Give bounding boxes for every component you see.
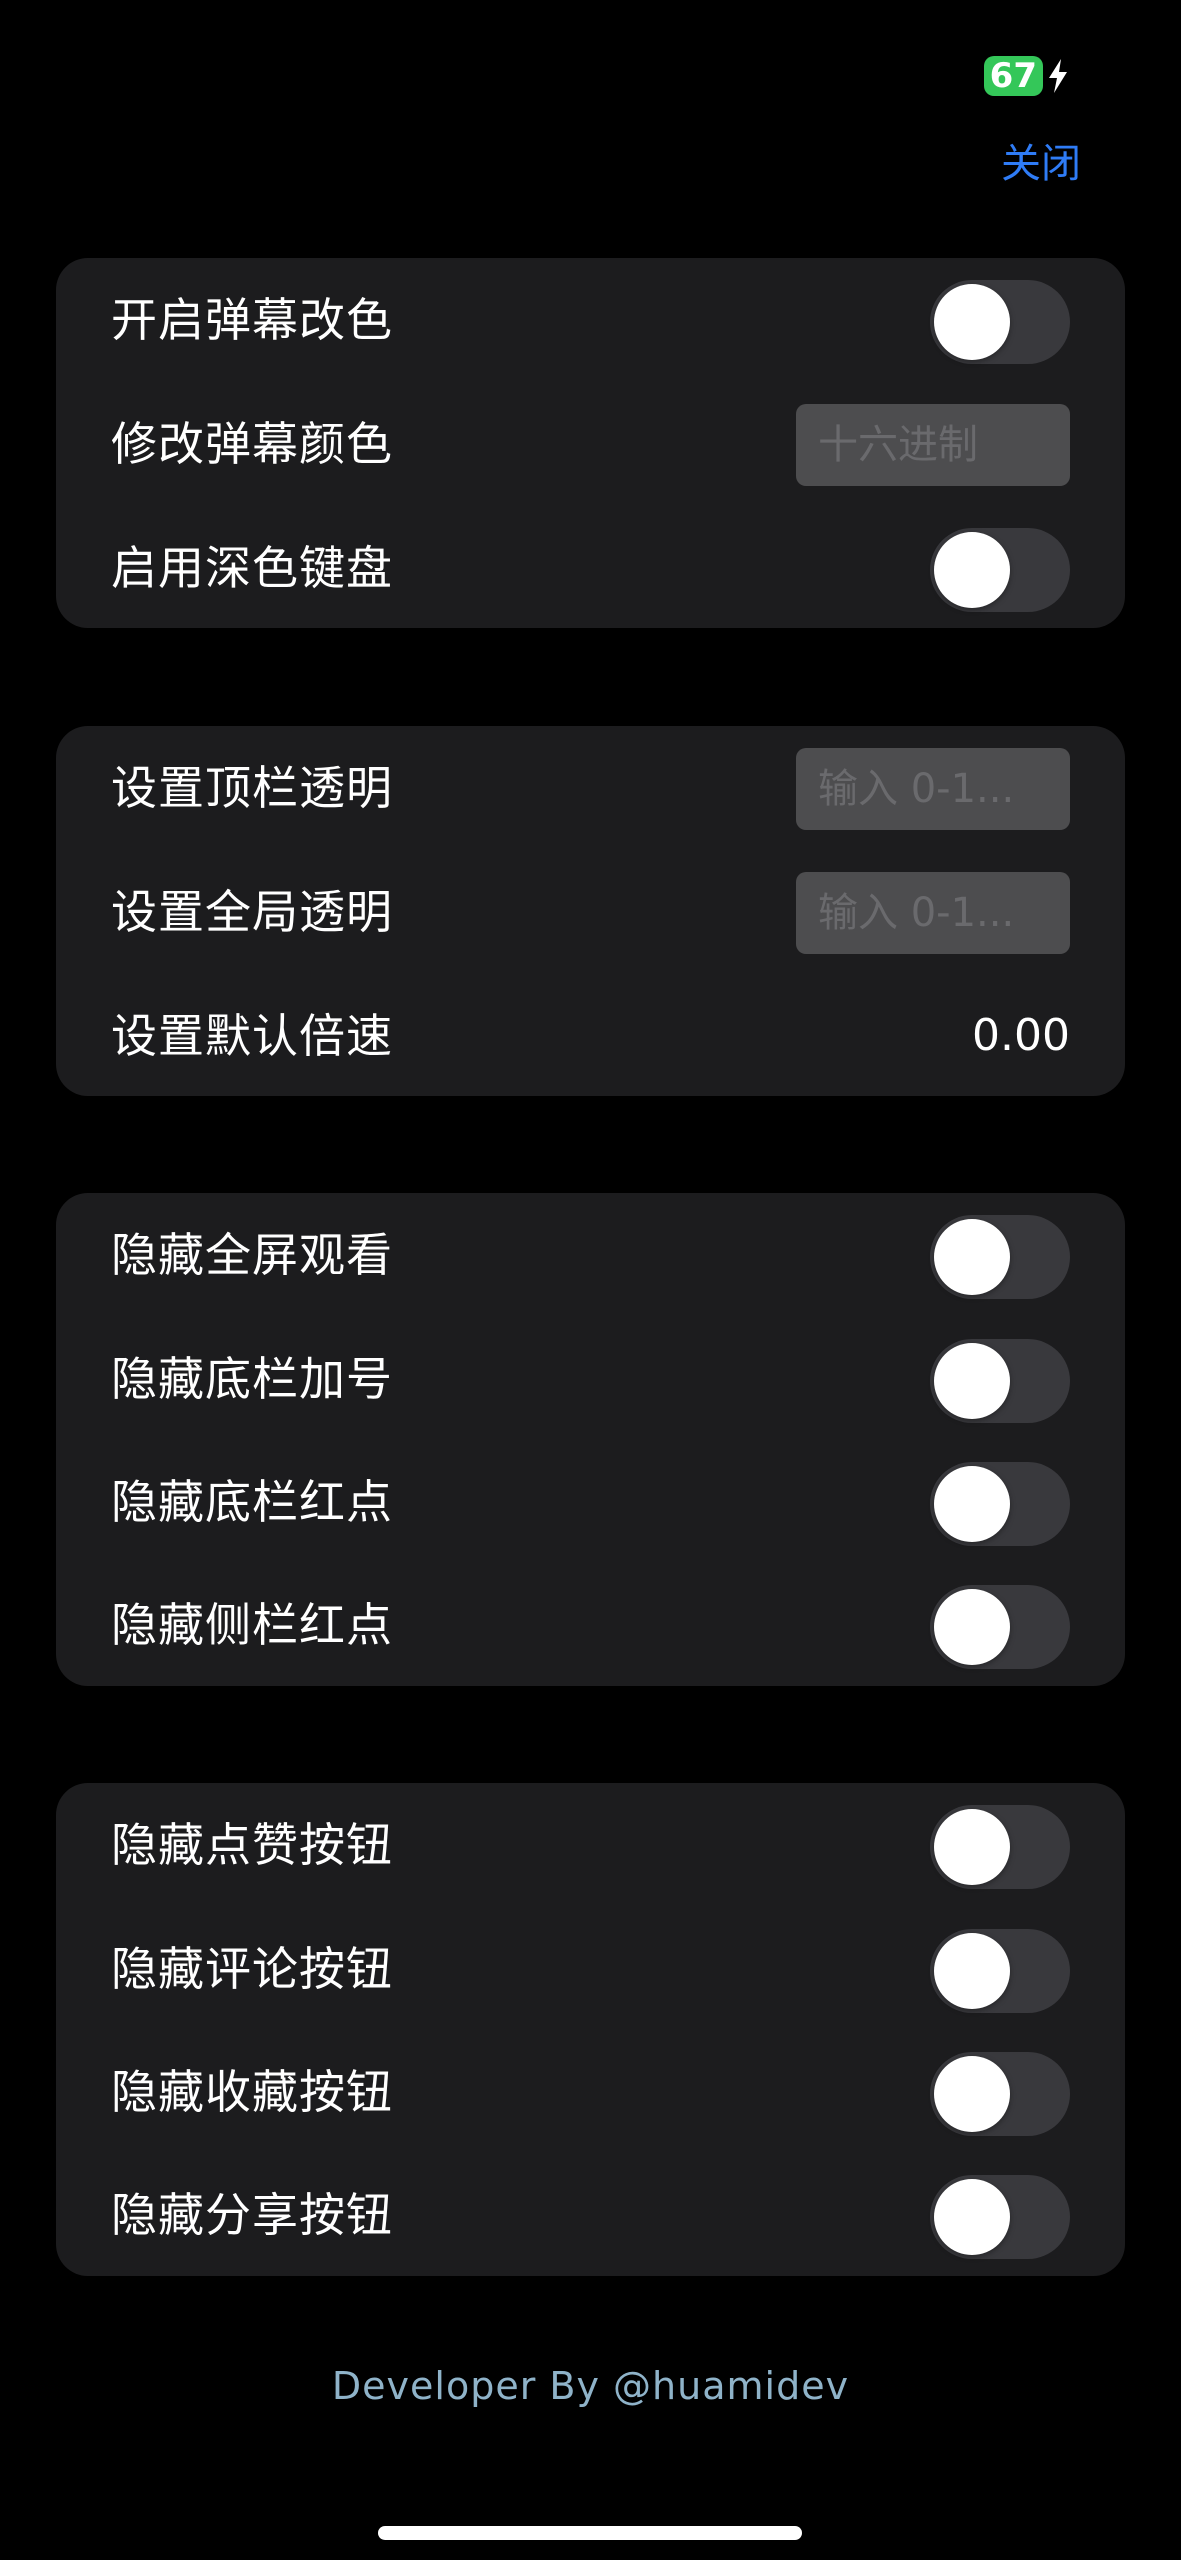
settings-group-hide-buttons: 隐藏点赞按钮 隐藏评论按钮 隐藏收藏按钮 隐藏分享按钮 <box>56 1783 1125 2276</box>
row-global-transparency: 设置全局透明 <box>56 850 1125 974</box>
row-default-speed: 设置默认倍速 0.00 <box>56 974 1125 1098</box>
top-bar-transparency-input[interactable] <box>796 748 1070 830</box>
global-transparency-input[interactable] <box>796 872 1070 954</box>
row-hide-bottom-plus: 隐藏底栏加号 <box>56 1317 1125 1441</box>
row-hide-fullscreen: 隐藏全屏观看 <box>56 1193 1125 1317</box>
row-hide-comment-button: 隐藏评论按钮 <box>56 1907 1125 2031</box>
status-bar: 67 <box>983 56 1069 96</box>
toggle-knob <box>934 284 1010 360</box>
toggle-hide-favorite-button[interactable] <box>930 2052 1070 2136</box>
toggle-hide-share-button[interactable] <box>930 2175 1070 2259</box>
row-hide-favorite-button: 隐藏收藏按钮 <box>56 2030 1125 2154</box>
toggle-knob <box>934 1466 1010 1542</box>
toggle-hide-side-red-dot[interactable] <box>930 1585 1070 1669</box>
toggle-knob <box>934 1219 1010 1295</box>
row-label: 启用深色键盘 <box>111 541 393 595</box>
row-label: 设置全局透明 <box>111 885 393 939</box>
row-dark-keyboard: 启用深色键盘 <box>56 506 1125 630</box>
row-enable-danmaku-color: 开启弹幕改色 <box>56 258 1125 382</box>
toggle-hide-bottom-red-dot[interactable] <box>930 1462 1070 1546</box>
row-hide-side-red-dot: 隐藏侧栏红点 <box>56 1563 1125 1687</box>
toggle-knob <box>934 532 1010 608</box>
row-label: 修改弹幕颜色 <box>111 417 393 471</box>
settings-group-hide-ui: 隐藏全屏观看 隐藏底栏加号 隐藏底栏红点 隐藏侧栏红点 <box>56 1193 1125 1686</box>
row-danmaku-color-input: 修改弹幕颜色 <box>56 382 1125 506</box>
row-label: 隐藏侧栏红点 <box>111 1598 393 1652</box>
toggle-enable-danmaku-color[interactable] <box>930 280 1070 364</box>
toggle-knob <box>934 2179 1010 2255</box>
toggle-hide-like-button[interactable] <box>930 1805 1070 1889</box>
toggle-knob <box>934 1343 1010 1419</box>
row-label: 开启弹幕改色 <box>111 293 393 347</box>
close-button[interactable]: 关闭 <box>1001 138 1081 190</box>
row-hide-bottom-red-dot: 隐藏底栏红点 <box>56 1440 1125 1564</box>
row-label: 隐藏评论按钮 <box>111 1942 393 1996</box>
toggle-knob <box>934 1809 1010 1885</box>
toggle-dark-keyboard[interactable] <box>930 528 1070 612</box>
danmaku-color-input[interactable] <box>796 404 1070 486</box>
row-top-bar-transparency: 设置顶栏透明 <box>56 726 1125 850</box>
default-speed-value[interactable]: 0.00 <box>972 974 1070 1098</box>
row-label: 隐藏点赞按钮 <box>111 1818 393 1872</box>
toggle-knob <box>934 1933 1010 2009</box>
settings-group-transparency: 设置顶栏透明 设置全局透明 设置默认倍速 0.00 <box>56 726 1125 1096</box>
row-label: 设置顶栏透明 <box>111 761 393 815</box>
developer-credit: Developer By @huamidev <box>331 2364 850 2408</box>
toggle-knob <box>934 1589 1010 1665</box>
row-label: 隐藏底栏加号 <box>111 1352 393 1406</box>
row-hide-share-button: 隐藏分享按钮 <box>56 2153 1125 2277</box>
battery-icon: 67 <box>983 56 1043 96</box>
row-hide-like-button: 隐藏点赞按钮 <box>56 1783 1125 1907</box>
toggle-hide-comment-button[interactable] <box>930 1929 1070 2013</box>
row-label: 隐藏收藏按钮 <box>111 2065 393 2119</box>
toggle-hide-fullscreen[interactable] <box>930 1215 1070 1299</box>
row-label: 隐藏分享按钮 <box>111 2188 393 2242</box>
row-label: 设置默认倍速 <box>111 1009 393 1063</box>
row-label: 隐藏全屏观看 <box>111 1228 393 1282</box>
settings-group-danmaku: 开启弹幕改色 修改弹幕颜色 启用深色键盘 <box>56 258 1125 628</box>
toggle-knob <box>934 2056 1010 2132</box>
home-indicator[interactable] <box>378 2526 802 2540</box>
charging-bolt-icon <box>1049 59 1067 93</box>
toggle-hide-bottom-plus[interactable] <box>930 1339 1070 1423</box>
row-label: 隐藏底栏红点 <box>111 1475 393 1529</box>
